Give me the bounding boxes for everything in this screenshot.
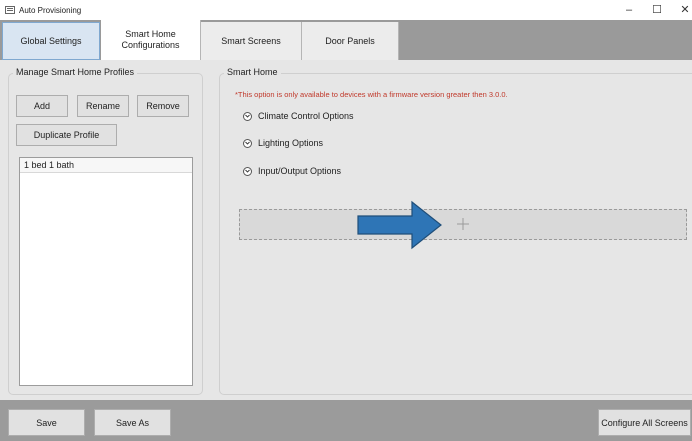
- rename-profile-button[interactable]: Rename: [77, 95, 129, 117]
- plus-icon: [455, 216, 471, 232]
- lighting-options-expander[interactable]: Lighting Options: [243, 138, 323, 148]
- tab-label: Global Settings: [20, 35, 82, 46]
- chevron-down-icon: [243, 138, 252, 148]
- climate-control-expander[interactable]: Climate Control Options: [243, 111, 354, 121]
- tab-label: Door Panels: [325, 35, 375, 46]
- tab-strip: Global Settings Smart Home Configuration…: [0, 20, 692, 60]
- minimize-button[interactable]: –: [622, 3, 636, 17]
- duplicate-profile-button[interactable]: Duplicate Profile: [16, 124, 117, 146]
- add-profile-button[interactable]: Add: [16, 95, 68, 117]
- tab-door-panels[interactable]: Door Panels: [302, 22, 399, 60]
- save-as-button[interactable]: Save As: [94, 409, 171, 436]
- configure-all-screens-button[interactable]: Configure All Screens: [598, 409, 691, 436]
- save-button[interactable]: Save: [8, 409, 85, 436]
- add-option-drop-zone[interactable]: [239, 209, 687, 240]
- app-icon: [5, 6, 15, 14]
- arrow-annotation: [357, 200, 442, 250]
- tab-label: Smart Screens: [221, 35, 281, 46]
- expander-label: Climate Control Options: [258, 111, 354, 121]
- input-output-expander[interactable]: Input/Output Options: [243, 166, 341, 176]
- chevron-down-icon: [243, 166, 252, 176]
- remove-profile-button[interactable]: Remove: [137, 95, 189, 117]
- list-item[interactable]: 1 bed 1 bath: [20, 158, 192, 173]
- maximize-button[interactable]: ☐: [650, 3, 664, 17]
- tab-smart-screens[interactable]: Smart Screens: [201, 22, 302, 60]
- close-button[interactable]: ✕: [678, 3, 692, 17]
- title-bar: Auto Provisioning – ☐ ✕: [0, 0, 692, 20]
- expander-label: Input/Output Options: [258, 166, 342, 176]
- footer-bar: Save Save As Configure All Screens: [0, 400, 692, 441]
- window-title: Auto Provisioning: [19, 5, 82, 15]
- tab-smart-home-configurations[interactable]: Smart Home Configurations: [101, 20, 201, 60]
- tab-global-settings[interactable]: Global Settings: [2, 22, 100, 60]
- smart-home-group-title: Smart Home: [224, 67, 281, 77]
- firmware-warning: *This option is only available to device…: [235, 90, 508, 99]
- profiles-group-title: Manage Smart Home Profiles: [13, 67, 138, 77]
- chevron-down-icon: [243, 111, 252, 121]
- tab-label: Smart Home Configurations: [121, 29, 180, 50]
- main-content: Manage Smart Home Profiles Add Rename Re…: [0, 60, 692, 400]
- profile-list[interactable]: 1 bed 1 bath: [19, 157, 193, 386]
- expander-label: Lighting Options: [258, 138, 324, 148]
